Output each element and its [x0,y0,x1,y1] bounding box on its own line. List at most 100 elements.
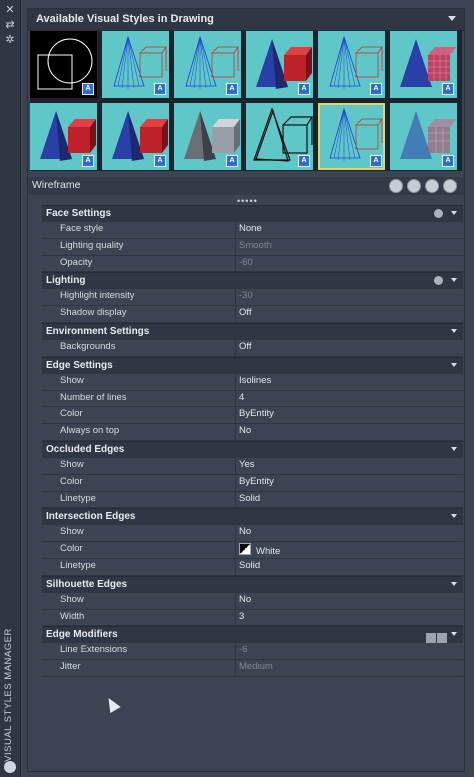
property-value[interactable]: Solid [239,493,260,504]
section-header[interactable]: Edge Settings [42,356,463,374]
visual-style-thumbnail[interactable]: A [174,31,241,98]
column-divider [235,558,236,575]
close-icon[interactable]: ✕ [4,4,16,16]
property-value-text: No [239,425,252,437]
chevron-down-icon[interactable] [451,581,457,586]
property-value[interactable]: ByEntity [239,408,274,419]
property-row[interactable]: Always on top No [42,424,463,441]
property-value[interactable]: Medium [239,661,273,672]
visual-styles-panel: Available Visual Styles in Drawing AAAAA… [27,8,465,772]
visual-style-thumbnail[interactable]: A [30,31,97,98]
property-value-text: -60 [239,256,253,268]
visual-style-thumbnail[interactable]: A [30,103,97,170]
property-value[interactable]: -30 [239,290,253,301]
property-row[interactable]: Width 3 [42,609,463,627]
property-value[interactable]: Smooth [239,240,272,251]
chevron-down-icon[interactable] [451,362,457,367]
section-header[interactable]: Environment Settings [42,322,463,340]
property-value-text: ByEntity [239,475,274,487]
chevron-down-icon[interactable] [451,328,457,333]
autocad-badge-icon: A [298,83,310,95]
property-value[interactable]: Solid [239,560,260,571]
visual-styles-gallery: A A A A A A A A A A A A [30,31,462,171]
visual-style-thumbnail[interactable]: A [318,103,385,170]
autocad-badge-icon: A [442,155,454,167]
visual-style-thumbnail[interactable]: A [390,31,457,98]
property-row[interactable]: Show Isolines [42,373,463,391]
section-header[interactable]: Occluded Edges [42,440,463,458]
section-header[interactable]: Face Settings [42,205,463,222]
property-value[interactable]: -60 [239,257,253,268]
chevron-down-icon[interactable] [451,632,457,637]
autocad-badge-icon: A [226,83,238,95]
visual-style-thumbnail[interactable]: A [102,103,169,170]
chevron-down-icon[interactable] [451,446,457,451]
section-header[interactable]: Edge Modifiers [42,626,463,644]
property-name: Linetype [60,559,96,571]
delete-style-icon[interactable] [443,179,457,193]
property-row[interactable]: Linetype Solid [42,558,463,576]
visual-style-thumbnail[interactable]: A [246,103,313,170]
property-value[interactable]: 3 [239,611,244,622]
property-row[interactable]: Color ByEntity [42,407,463,425]
section-title: Lighting [46,275,86,287]
property-value[interactable]: No [239,526,251,537]
property-row[interactable]: Color ByEntity [42,474,463,492]
palette-menu-icon[interactable] [4,761,16,773]
visual-style-thumbnail[interactable]: A [390,103,457,170]
properties-icon[interactable]: ✲ [4,34,16,46]
gallery-header[interactable]: Available Visual Styles in Drawing [28,9,464,31]
property-value[interactable]: White [239,543,280,557]
property-row[interactable]: Highlight intensity -30 [42,289,463,307]
visual-style-thumbnail[interactable]: A [318,31,385,98]
property-name: Backgrounds [60,340,116,352]
property-row[interactable]: Jitter Medium [42,660,463,677]
export-to-palette-icon[interactable] [425,179,439,193]
property-value[interactable]: Off [239,307,252,318]
visual-style-thumbnail[interactable]: A [246,31,313,98]
visual-style-thumbnail[interactable]: A [174,103,241,170]
toggle-light-icon[interactable] [434,276,443,286]
property-value[interactable]: None [239,223,262,234]
line-extensions-icon[interactable] [426,633,436,644]
property-value[interactable]: Yes [239,459,255,470]
property-row[interactable]: Line Extensions -6 [42,643,463,661]
section-header[interactable]: Silhouette Edges [42,575,463,593]
chevron-down-icon[interactable] [451,211,457,215]
property-value[interactable]: ByEntity [239,476,274,487]
section-title: Environment Settings [46,325,150,337]
toggle-light-icon[interactable] [434,209,443,218]
property-row[interactable]: Opacity -60 [42,255,463,273]
jitter-icon[interactable] [437,633,447,644]
property-row[interactable]: Show No [42,525,463,543]
property-value[interactable]: No [239,425,251,436]
property-name: Show [60,526,84,538]
property-value[interactable]: -6 [239,644,247,655]
create-style-icon[interactable] [389,179,403,193]
property-value[interactable]: No [239,594,251,605]
section-header[interactable]: Lighting [42,272,463,290]
apply-to-viewport-icon[interactable] [407,179,421,193]
chevron-down-icon[interactable] [451,278,457,283]
chevron-down-icon[interactable] [451,514,457,519]
edge-modifier-icons[interactable] [425,630,447,644]
property-row[interactable]: Face style None [42,222,463,239]
property-row[interactable]: Shadow display Off [42,306,463,323]
color-swatch-icon [239,543,251,556]
pin-icon[interactable]: ⇄ [4,19,16,31]
property-value[interactable]: 4 [239,392,244,403]
property-row[interactable]: Linetype Solid [42,491,463,509]
property-row[interactable]: Color White [42,542,463,559]
property-row[interactable]: Show No [42,592,463,610]
property-row[interactable]: Number of lines 4 [42,390,463,408]
property-row[interactable]: Show Yes [42,457,463,475]
column-divider [235,390,236,407]
chevron-down-icon[interactable] [448,16,456,21]
property-value[interactable]: Off [239,341,252,352]
property-value-text: Solid [239,492,261,504]
property-row[interactable]: Backgrounds Off [42,339,463,357]
visual-style-thumbnail[interactable]: A [102,31,169,98]
section-header[interactable]: Intersection Edges [42,508,463,526]
property-row[interactable]: Lighting quality Smooth [42,238,463,256]
property-value[interactable]: Isolines [239,375,271,386]
